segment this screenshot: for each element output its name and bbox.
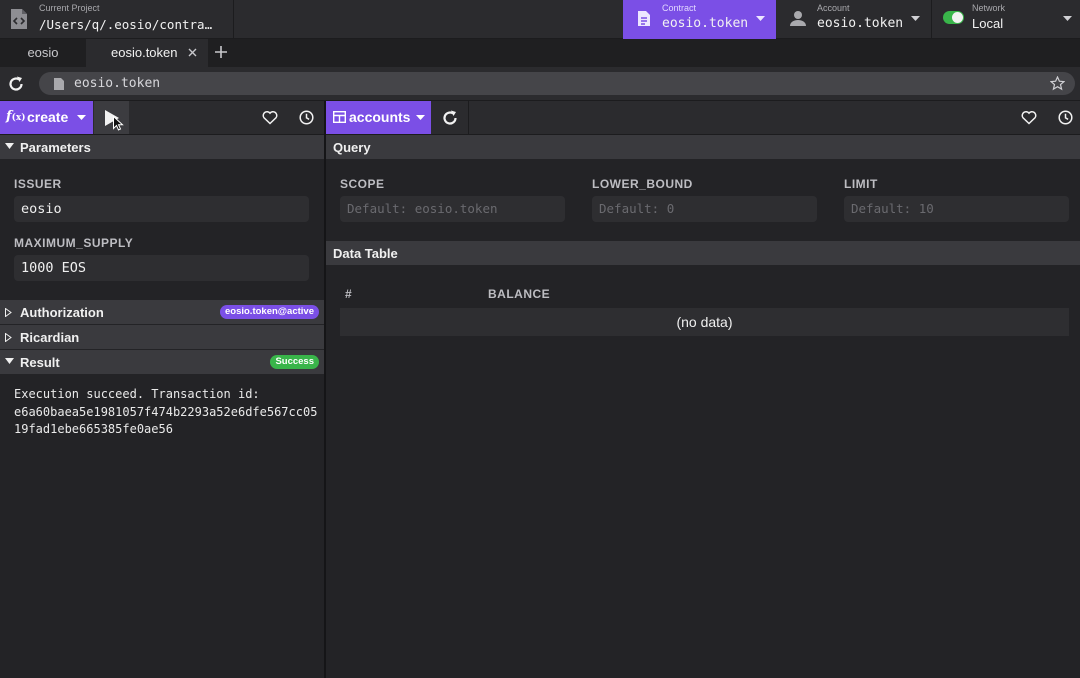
document-icon	[637, 10, 651, 27]
caret-right-icon	[5, 333, 12, 342]
network-selector[interactable]: Network Local	[932, 0, 1080, 39]
user-icon	[790, 10, 806, 26]
page-icon	[54, 78, 64, 90]
section-title: Query	[333, 140, 371, 155]
result-section-header[interactable]: Result Success	[0, 350, 324, 374]
function-icon: f(x)	[6, 109, 26, 124]
contract-name: eosio.token	[662, 16, 749, 31]
url-text: eosio.token	[74, 76, 161, 91]
network-name: Local	[972, 16, 1004, 31]
ricardian-section-header[interactable]: Ricardian	[0, 325, 324, 349]
network-toggle[interactable]	[943, 11, 964, 24]
function-selector[interactable]: f(x) create	[0, 101, 93, 134]
url-field[interactable]: eosio.token	[39, 72, 1075, 95]
chevron-down-icon	[911, 16, 920, 22]
result-output: Execution succeed. Transaction id: e6a60…	[14, 386, 318, 439]
caret-down-icon	[5, 143, 14, 150]
star-icon[interactable]	[1050, 76, 1065, 91]
project-path: /Users/q/.eosio/contra…	[39, 17, 213, 32]
table-selector[interactable]: accounts	[326, 101, 431, 134]
contract-label: Contract	[662, 3, 697, 13]
project-selector[interactable]: Current Project /Users/q/.eosio/contra…	[0, 0, 234, 39]
column-header-index[interactable]: #	[345, 287, 352, 301]
data-table-section-header: Data Table	[326, 241, 1080, 265]
section-title: Ricardian	[20, 330, 80, 345]
tab-label: eosio.token	[111, 45, 178, 60]
section-title: Authorization	[20, 305, 104, 320]
toolbar-separator	[468, 101, 469, 134]
refresh-icon[interactable]	[442, 110, 458, 126]
table-header: # BALANCE	[340, 287, 1069, 307]
section-title: Parameters	[20, 140, 91, 155]
chevron-down-icon	[1063, 16, 1072, 22]
caret-right-icon	[5, 308, 12, 317]
chevron-down-icon	[756, 16, 765, 22]
table-name: accounts	[349, 109, 411, 125]
tab-eosio[interactable]: eosio	[0, 39, 86, 67]
run-button[interactable]	[94, 101, 129, 134]
heart-icon[interactable]	[262, 110, 278, 125]
mouse-cursor-icon	[113, 116, 124, 131]
authorization-section-header[interactable]: Authorization eosio.token@active	[0, 300, 324, 324]
caret-down-icon	[5, 358, 14, 365]
table-grid-icon	[333, 111, 346, 123]
scope-label: SCOPE	[340, 177, 385, 191]
result-line: 19fad1ebe665385fe0ae56	[14, 422, 173, 436]
add-tab-icon[interactable]	[214, 45, 228, 59]
contract-selector[interactable]: Contract eosio.token	[623, 0, 776, 39]
section-title: Data Table	[333, 246, 398, 261]
authorization-badge: eosio.token@active	[220, 305, 319, 319]
tab-eosio-token[interactable]: eosio.token	[86, 39, 208, 67]
project-label: Current Project	[39, 3, 100, 13]
section-title: Result	[20, 355, 60, 370]
issuer-label: ISSUER	[14, 177, 62, 191]
history-icon[interactable]	[299, 110, 314, 125]
table-panel: accounts Query SCOPE Default: eosio.toke…	[326, 101, 1080, 678]
lower-bound-label: LOWER_BOUND	[592, 177, 693, 191]
account-name: eosio.token	[817, 16, 904, 31]
close-icon[interactable]	[188, 48, 197, 57]
result-line: Execution succeed. Transaction id:	[14, 387, 260, 401]
account-selector[interactable]: Account eosio.token	[776, 0, 932, 39]
success-badge: Success	[270, 355, 319, 369]
result-line: e6a60baea5e1981057f474b2293a52e6dfe567cc…	[14, 404, 318, 419]
history-icon[interactable]	[1058, 110, 1073, 125]
account-label: Account	[817, 3, 850, 13]
limit-field[interactable]: Default: 10	[844, 196, 1069, 222]
lower-bound-field[interactable]: Default: 0	[592, 196, 817, 222]
address-bar: eosio.token	[0, 67, 1080, 101]
top-bar: Current Project /Users/q/.eosio/contra… …	[0, 0, 1080, 39]
scope-field[interactable]: Default: eosio.token	[340, 196, 565, 222]
network-label: Network	[972, 3, 1006, 13]
action-panel: f(x) create Parameters ISSUER eosio MAXI…	[0, 101, 324, 678]
heart-icon[interactable]	[1021, 110, 1037, 125]
code-file-icon	[9, 8, 29, 30]
query-section-header: Query	[326, 135, 1080, 159]
issuer-field[interactable]: eosio	[14, 196, 309, 222]
chevron-down-icon	[77, 115, 86, 121]
reload-icon[interactable]	[8, 76, 24, 92]
chevron-down-icon	[416, 115, 425, 121]
limit-label: LIMIT	[844, 177, 878, 191]
column-header-balance[interactable]: BALANCE	[488, 287, 550, 301]
maximum-supply-label: MAXIMUM_SUPPLY	[14, 236, 134, 250]
empty-table-row: (no data)	[340, 308, 1069, 336]
function-name: create	[27, 109, 69, 125]
table-toolbar: accounts	[326, 101, 1080, 135]
maximum-supply-field[interactable]: 1000 EOS	[14, 255, 309, 281]
parameters-section-header[interactable]: Parameters	[0, 135, 324, 159]
tab-bar: eosio eosio.token	[0, 39, 1080, 67]
action-toolbar: f(x) create	[0, 101, 324, 135]
